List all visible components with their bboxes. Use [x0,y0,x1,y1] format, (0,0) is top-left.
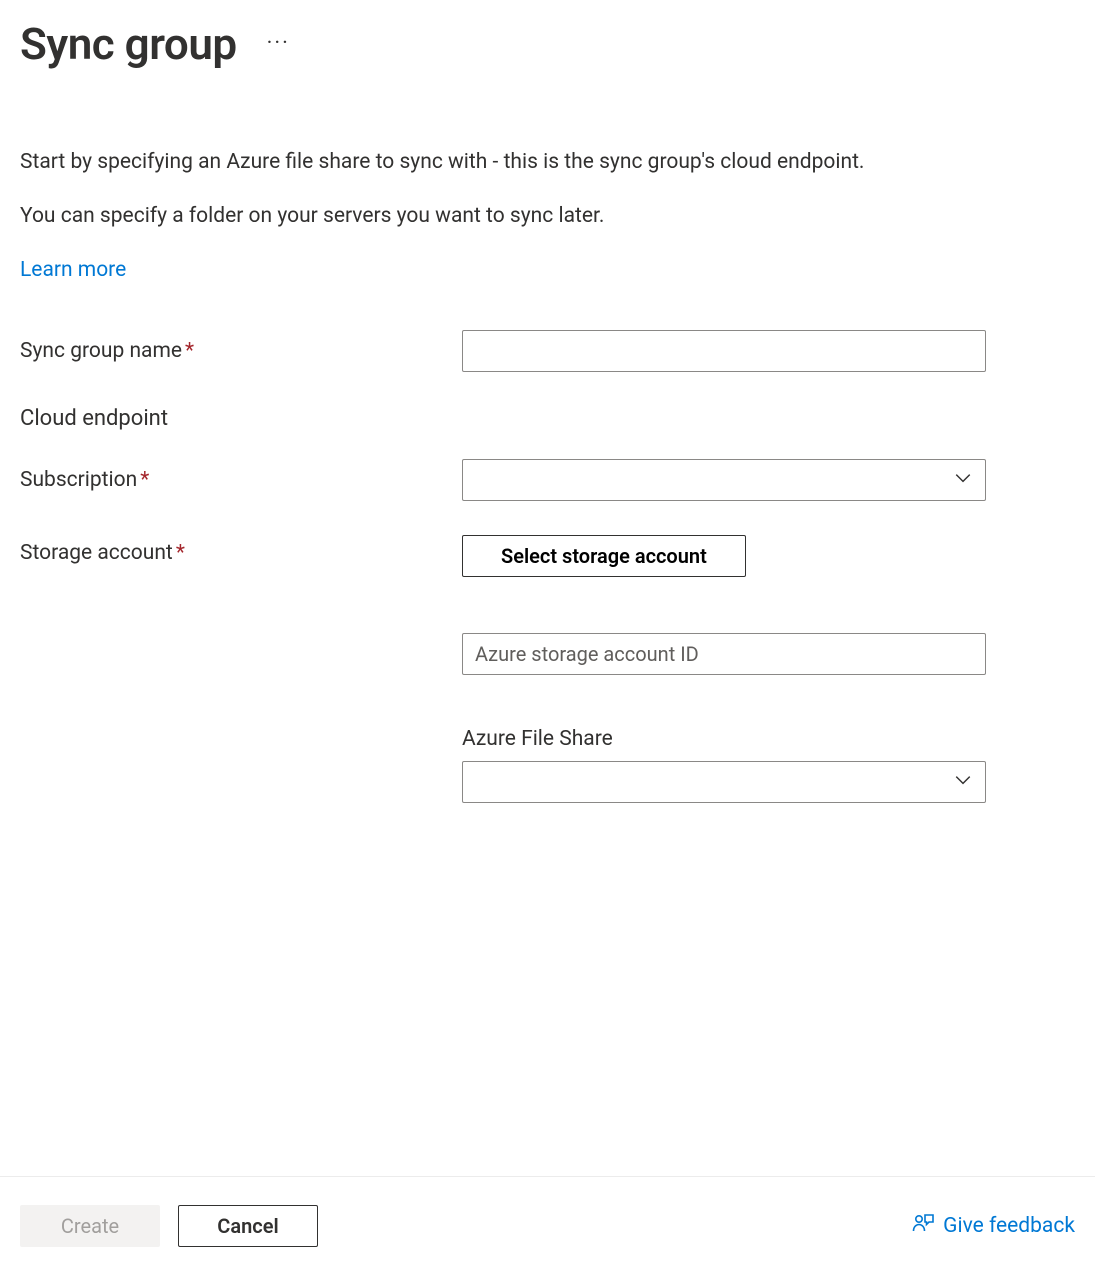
feedback-person-icon [911,1211,935,1241]
give-feedback-link[interactable]: Give feedback [911,1211,1075,1241]
storage-account-id-input[interactable] [462,633,986,675]
give-feedback-text: Give feedback [943,1214,1075,1238]
subscription-label-text: Subscription [20,468,137,492]
page-title: Sync group [20,18,237,70]
learn-more-link[interactable]: Learn more [20,258,126,282]
create-button[interactable]: Create [20,1205,160,1247]
sync-group-name-label: Sync group name* [20,339,462,363]
storage-account-label: Storage account* [20,535,462,565]
subscription-input-col [462,459,986,501]
required-star-icon: * [185,339,194,363]
storage-account-label-text: Storage account [20,541,173,565]
sync-group-name-label-text: Sync group name [20,339,182,363]
azure-file-share-block: Azure File Share [462,727,986,803]
storage-account-row: Storage account* Select storage account … [20,535,1075,803]
cloud-endpoint-heading: Cloud endpoint [20,406,1075,431]
select-storage-account-button[interactable]: Select storage account [462,535,746,577]
sync-group-name-input[interactable] [462,330,986,372]
footer-left: Create Cancel [20,1205,318,1247]
footer: Create Cancel Give feedback [0,1176,1095,1267]
azure-file-share-select-wrap [462,761,986,803]
azure-file-share-select[interactable] [462,761,986,803]
subscription-label: Subscription* [20,468,462,492]
more-icon[interactable]: ··· [267,33,290,55]
subscription-row: Subscription* [20,459,1075,501]
required-star-icon: * [176,541,185,565]
header-row: Sync group ··· [20,18,1075,70]
subscription-select-wrap [462,459,986,501]
azure-file-share-label: Azure File Share [462,727,986,751]
intro-line-2: You can specify a folder on your servers… [20,204,1075,228]
cancel-button[interactable]: Cancel [178,1205,318,1247]
storage-account-input-col: Select storage account Azure File Share [462,535,986,803]
required-star-icon: * [140,468,149,492]
subscription-select[interactable] [462,459,986,501]
sync-group-name-row: Sync group name* [20,330,1075,372]
intro-line-1: Start by specifying an Azure file share … [20,150,1075,174]
sync-group-name-input-col [462,330,986,372]
